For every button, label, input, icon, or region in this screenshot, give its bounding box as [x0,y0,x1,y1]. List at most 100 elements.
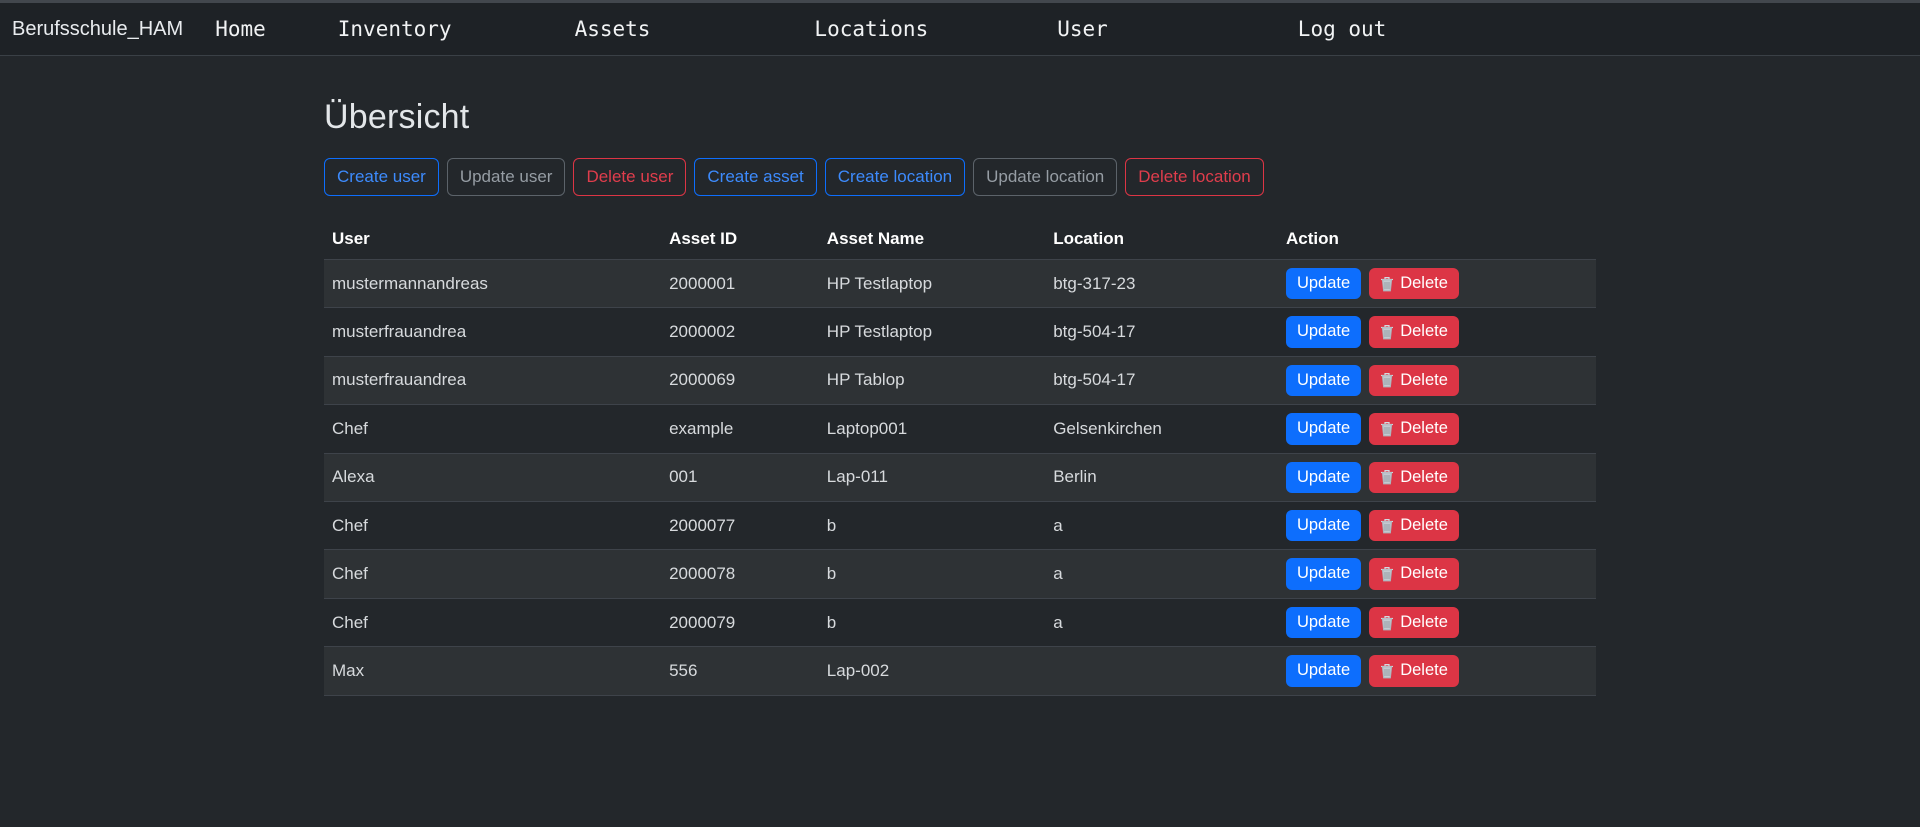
delete-button-label: Delete [1400,563,1448,584]
table-header: UserAsset IDAsset NameLocationAction [324,219,1596,260]
delete-button[interactable]: Delete [1369,365,1459,396]
table-header-row: UserAsset IDAsset NameLocationAction [324,219,1596,260]
update-button[interactable]: Update [1286,268,1361,299]
trash-icon [1380,518,1394,534]
cell-user: Chef [324,598,661,646]
cell-asset-id: 2000069 [661,356,819,404]
cell-action: Update Delete [1278,598,1596,646]
delete-button[interactable]: Delete [1369,268,1459,299]
delete-button-label: Delete [1400,467,1448,488]
trash-icon [1380,421,1394,437]
delete-button[interactable]: Delete [1369,413,1459,444]
nav-item-user[interactable]: User [1057,17,1108,41]
delete-button[interactable]: Delete [1369,462,1459,493]
trash-icon [1380,324,1394,340]
delete-user-button[interactable]: Delete user [573,158,686,196]
trash-icon [1380,276,1394,292]
nav-item-inventory[interactable]: Inventory [338,17,452,41]
cell-action: Update Delete [1278,405,1596,453]
cell-location: Gelsenkirchen [1045,405,1278,453]
cell-asset-name: Lap-002 [819,647,1045,695]
create-asset-button[interactable]: Create asset [694,158,816,196]
cell-asset-id: example [661,405,819,453]
delete-button[interactable]: Delete [1369,316,1459,347]
cell-user: Chef [324,550,661,598]
update-button[interactable]: Update [1286,316,1361,347]
nav-list: Home Inventory Assets Locations User Log out [215,17,1386,41]
table-row: ChefexampleLaptop001Gelsenkirchen Update D… [324,405,1596,453]
delete-button[interactable]: Delete [1369,558,1459,589]
table-row: mustermannandreas2000001HP Testlaptopbtg… [324,259,1596,307]
create-user-button[interactable]: Create user [324,158,439,196]
cell-asset-name: HP Testlaptop [819,308,1045,356]
cell-user: mustermannandreas [324,259,661,307]
cell-asset-id: 2000079 [661,598,819,646]
cell-user: musterfrauandrea [324,308,661,356]
table-row: Chef2000078ba Update Delete [324,550,1596,598]
delete-button[interactable]: Delete [1369,510,1459,541]
update-button[interactable]: Update [1286,462,1361,493]
table-row: musterfrauandrea2000002HP Testlaptopbtg-… [324,308,1596,356]
cell-location: a [1045,501,1278,549]
delete-location-button[interactable]: Delete location [1125,158,1263,196]
cell-asset-name: b [819,550,1045,598]
trash-icon [1380,372,1394,388]
column-header-asset-name: Asset Name [819,219,1045,260]
delete-button-label: Delete [1400,612,1448,633]
delete-button[interactable]: Delete [1369,607,1459,638]
update-location-button[interactable]: Update location [973,158,1117,196]
delete-button[interactable]: Delete [1369,655,1459,686]
delete-button-label: Delete [1400,515,1448,536]
cell-user: Chef [324,405,661,453]
cell-user: musterfrauandrea [324,356,661,404]
trash-icon [1380,615,1394,631]
nav-item-log-out[interactable]: Log out [1298,17,1387,41]
create-location-button[interactable]: Create location [825,158,965,196]
page-title: Übersicht [324,98,1596,137]
cell-asset-name: b [819,501,1045,549]
navbar-brand[interactable]: Berufsschule_HAM [12,18,183,41]
delete-button-label: Delete [1400,370,1448,391]
cell-asset-name: Laptop001 [819,405,1045,453]
column-header-asset-id: Asset ID [661,219,819,260]
cell-action: Update Delete [1278,647,1596,695]
cell-action: Update Delete [1278,453,1596,501]
trash-icon [1380,663,1394,679]
table-body: mustermannandreas2000001HP Testlaptopbtg… [324,259,1596,695]
column-header-action: Action [1278,219,1596,260]
cell-asset-id: 556 [661,647,819,695]
trash-icon [1380,469,1394,485]
cell-asset-name: HP Tablop [819,356,1045,404]
delete-button-label: Delete [1400,660,1448,681]
cell-asset-name: b [819,598,1045,646]
cell-asset-id: 001 [661,453,819,501]
trash-icon [1380,566,1394,582]
cell-action: Update Delete [1278,259,1596,307]
column-header-user: User [324,219,661,260]
delete-button-label: Delete [1400,321,1448,342]
update-button[interactable]: Update [1286,510,1361,541]
nav-item-home[interactable]: Home [215,17,266,41]
delete-button-label: Delete [1400,418,1448,439]
table-row: Max556Lap-002UpdateDelete [324,647,1596,695]
cell-asset-id: 2000001 [661,259,819,307]
table-row: musterfrauandrea2000069HP Tablopbtg-504-… [324,356,1596,404]
cell-action: Update Delete [1278,308,1596,356]
update-user-button[interactable]: Update user [447,158,566,196]
nav-item-locations[interactable]: Locations [814,17,928,41]
cell-asset-name: Lap-011 [819,453,1045,501]
cell-location: a [1045,598,1278,646]
cell-location: a [1045,550,1278,598]
update-button[interactable]: Update [1286,413,1361,444]
cell-user: Alexa [324,453,661,501]
cell-asset-id: 2000078 [661,550,819,598]
nav-item-assets[interactable]: Assets [575,17,651,41]
table-row: Chef2000077baUpdateDelete [324,501,1596,549]
update-button[interactable]: Update [1286,365,1361,396]
update-button[interactable]: Update [1286,607,1361,638]
delete-button-label: Delete [1400,273,1448,294]
update-button[interactable]: Update [1286,558,1361,589]
main-content: Übersicht Create userUpdate userDelete u… [324,56,1596,696]
cell-location [1045,647,1278,695]
update-button[interactable]: Update [1286,655,1361,686]
